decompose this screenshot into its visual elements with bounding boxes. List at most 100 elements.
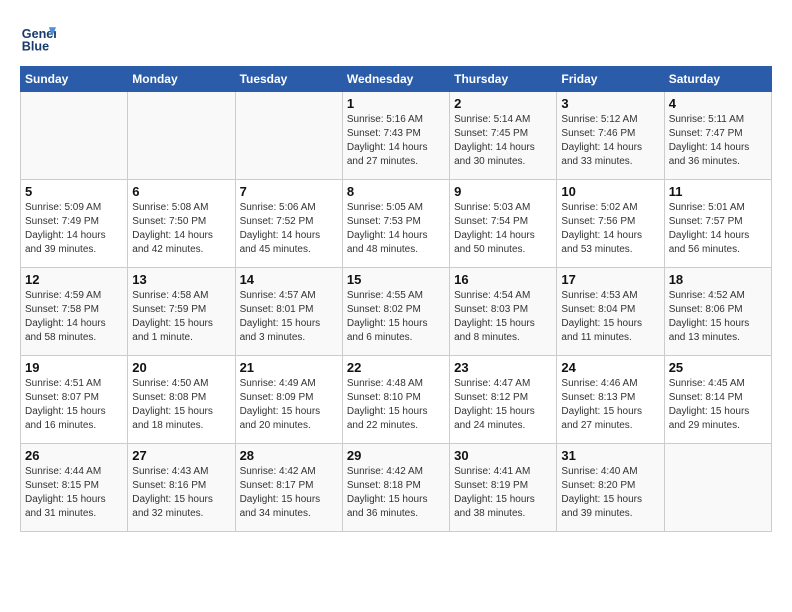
calendar-cell: 16 Sunrise: 4:54 AM Sunset: 8:03 PM Dayli… [450,268,557,356]
cell-info: Sunrise: 4:44 AM Sunset: 8:15 PM Dayligh… [25,465,123,521]
day-number: 25 [669,360,767,375]
calendar-cell: 5Sunrise: 5:09 AM Sunset: 7:49 PM Daylig… [21,180,128,268]
calendar-cell [235,92,342,180]
day-number: 10 [561,184,659,199]
cell-info: Sunrise: 4:41 AM Sunset: 8:19 PM Dayligh… [454,465,552,521]
calendar-cell: 14 Sunrise: 4:57 AM Sunset: 8:01 PM Dayli… [235,268,342,356]
cell-info: Sunrise: 4:48 AM Sunset: 8:10 PM Dayligh… [347,377,445,433]
calendar-cell: 7 Sunrise: 5:06 AM Sunset: 7:52 PM Daylig… [235,180,342,268]
day-number: 30 [454,448,552,463]
calendar-table: SundayMondayTuesdayWednesdayThursdayFrid… [20,66,772,532]
calendar-cell: 12 Sunrise: 4:59 AM Sunset: 7:58 PM Dayli… [21,268,128,356]
day-number: 13 [132,272,230,287]
day-number: 7 [240,184,338,199]
calendar-cell: 3 Sunrise: 5:12 AM Sunset: 7:46 PM Daylig… [557,92,664,180]
calendar-cell: 28Sunrise: 4:42 AM Sunset: 8:17 PM Dayli… [235,444,342,532]
week-row-2: 5Sunrise: 5:09 AM Sunset: 7:49 PM Daylig… [21,180,772,268]
day-number: 6 [132,184,230,199]
cell-info: Sunrise: 5:05 AM Sunset: 7:53 PM Dayligh… [347,201,445,257]
cell-info: Sunrise: 4:40 AM Sunset: 8:20 PM Dayligh… [561,465,659,521]
day-number: 29 [347,448,445,463]
day-number: 21 [240,360,338,375]
day-header-friday: Friday [557,67,664,92]
calendar-cell: 4 Sunrise: 5:11 AM Sunset: 7:47 PM Daylig… [664,92,771,180]
calendar-cell: 25 Sunrise: 4:45 AM Sunset: 8:14 PM Dayli… [664,356,771,444]
cell-info: Sunrise: 5:16 AM Sunset: 7:43 PM Dayligh… [347,113,445,169]
logo-icon: General Blue [20,20,56,56]
week-row-5: 26 Sunrise: 4:44 AM Sunset: 8:15 PM Dayli… [21,444,772,532]
day-number: 19 [25,360,123,375]
calendar-cell [128,92,235,180]
calendar-cell: 24 Sunrise: 4:46 AM Sunset: 8:13 PM Dayli… [557,356,664,444]
day-number: 31 [561,448,659,463]
cell-info: Sunrise: 4:55 AM Sunset: 8:02 PM Dayligh… [347,289,445,345]
cell-info: Sunrise: 4:52 AM Sunset: 8:06 PM Dayligh… [669,289,767,345]
calendar-cell [21,92,128,180]
calendar-cell: 22 Sunrise: 4:48 AM Sunset: 8:10 PM Dayli… [342,356,449,444]
calendar-cell: 9 Sunrise: 5:03 AM Sunset: 7:54 PM Daylig… [450,180,557,268]
calendar-cell: 11Sunrise: 5:01 AM Sunset: 7:57 PM Dayli… [664,180,771,268]
day-number: 26 [25,448,123,463]
logo: General Blue [20,20,56,56]
day-number: 23 [454,360,552,375]
day-number: 22 [347,360,445,375]
cell-info: Sunrise: 4:51 AM Sunset: 8:07 PM Dayligh… [25,377,123,433]
week-row-3: 12 Sunrise: 4:59 AM Sunset: 7:58 PM Dayli… [21,268,772,356]
cell-info: Sunrise: 4:42 AM Sunset: 8:17 PM Dayligh… [240,465,338,521]
cell-info: Sunrise: 4:46 AM Sunset: 8:13 PM Dayligh… [561,377,659,433]
calendar-cell: 18 Sunrise: 4:52 AM Sunset: 8:06 PM Dayli… [664,268,771,356]
cell-info: Sunrise: 5:08 AM Sunset: 7:50 PM Dayligh… [132,201,230,257]
cell-info: Sunrise: 4:54 AM Sunset: 8:03 PM Dayligh… [454,289,552,345]
cell-info: Sunrise: 5:03 AM Sunset: 7:54 PM Dayligh… [454,201,552,257]
cell-info: Sunrise: 4:45 AM Sunset: 8:14 PM Dayligh… [669,377,767,433]
day-number: 4 [669,96,767,111]
cell-info: Sunrise: 5:06 AM Sunset: 7:52 PM Dayligh… [240,201,338,257]
day-number: 17 [561,272,659,287]
week-row-1: 1Sunrise: 5:16 AM Sunset: 7:43 PM Daylig… [21,92,772,180]
cell-info: Sunrise: 4:50 AM Sunset: 8:08 PM Dayligh… [132,377,230,433]
calendar-cell: 23 Sunrise: 4:47 AM Sunset: 8:12 PM Dayli… [450,356,557,444]
cell-info: Sunrise: 5:11 AM Sunset: 7:47 PM Dayligh… [669,113,767,169]
day-number: 3 [561,96,659,111]
calendar-cell: 30 Sunrise: 4:41 AM Sunset: 8:19 PM Dayli… [450,444,557,532]
calendar-cell: 6 Sunrise: 5:08 AM Sunset: 7:50 PM Daylig… [128,180,235,268]
cell-info: Sunrise: 5:12 AM Sunset: 7:46 PM Dayligh… [561,113,659,169]
day-header-thursday: Thursday [450,67,557,92]
page-header: General Blue [20,20,772,56]
calendar-cell: 8 Sunrise: 5:05 AM Sunset: 7:53 PM Daylig… [342,180,449,268]
day-number: 15 [347,272,445,287]
cell-info: Sunrise: 4:57 AM Sunset: 8:01 PM Dayligh… [240,289,338,345]
day-number: 8 [347,184,445,199]
cell-info: Sunrise: 5:01 AM Sunset: 7:57 PM Dayligh… [669,201,767,257]
cell-info: Sunrise: 4:47 AM Sunset: 8:12 PM Dayligh… [454,377,552,433]
calendar-cell: 29Sunrise: 4:42 AM Sunset: 8:18 PM Dayli… [342,444,449,532]
calendar-header-row: SundayMondayTuesdayWednesdayThursdayFrid… [21,67,772,92]
day-header-wednesday: Wednesday [342,67,449,92]
calendar-cell: 26 Sunrise: 4:44 AM Sunset: 8:15 PM Dayli… [21,444,128,532]
cell-info: Sunrise: 5:02 AM Sunset: 7:56 PM Dayligh… [561,201,659,257]
day-header-sunday: Sunday [21,67,128,92]
cell-info: Sunrise: 4:53 AM Sunset: 8:04 PM Dayligh… [561,289,659,345]
calendar-cell: 27 Sunrise: 4:43 AM Sunset: 8:16 PM Dayli… [128,444,235,532]
calendar-cell [664,444,771,532]
calendar-cell: 1Sunrise: 5:16 AM Sunset: 7:43 PM Daylig… [342,92,449,180]
day-number: 12 [25,272,123,287]
day-header-tuesday: Tuesday [235,67,342,92]
day-number: 20 [132,360,230,375]
day-number: 9 [454,184,552,199]
calendar-cell: 21Sunrise: 4:49 AM Sunset: 8:09 PM Dayli… [235,356,342,444]
cell-info: Sunrise: 5:09 AM Sunset: 7:49 PM Dayligh… [25,201,123,257]
cell-info: Sunrise: 4:59 AM Sunset: 7:58 PM Dayligh… [25,289,123,345]
calendar-cell: 15 Sunrise: 4:55 AM Sunset: 8:02 PM Dayli… [342,268,449,356]
day-number: 16 [454,272,552,287]
day-number: 14 [240,272,338,287]
calendar-cell: 2Sunrise: 5:14 AM Sunset: 7:45 PM Daylig… [450,92,557,180]
svg-text:Blue: Blue [22,40,49,54]
day-number: 18 [669,272,767,287]
calendar-cell: 17 Sunrise: 4:53 AM Sunset: 8:04 PM Dayli… [557,268,664,356]
cell-info: Sunrise: 4:43 AM Sunset: 8:16 PM Dayligh… [132,465,230,521]
day-number: 27 [132,448,230,463]
day-number: 24 [561,360,659,375]
cell-info: Sunrise: 5:14 AM Sunset: 7:45 PM Dayligh… [454,113,552,169]
cell-info: Sunrise: 4:58 AM Sunset: 7:59 PM Dayligh… [132,289,230,345]
